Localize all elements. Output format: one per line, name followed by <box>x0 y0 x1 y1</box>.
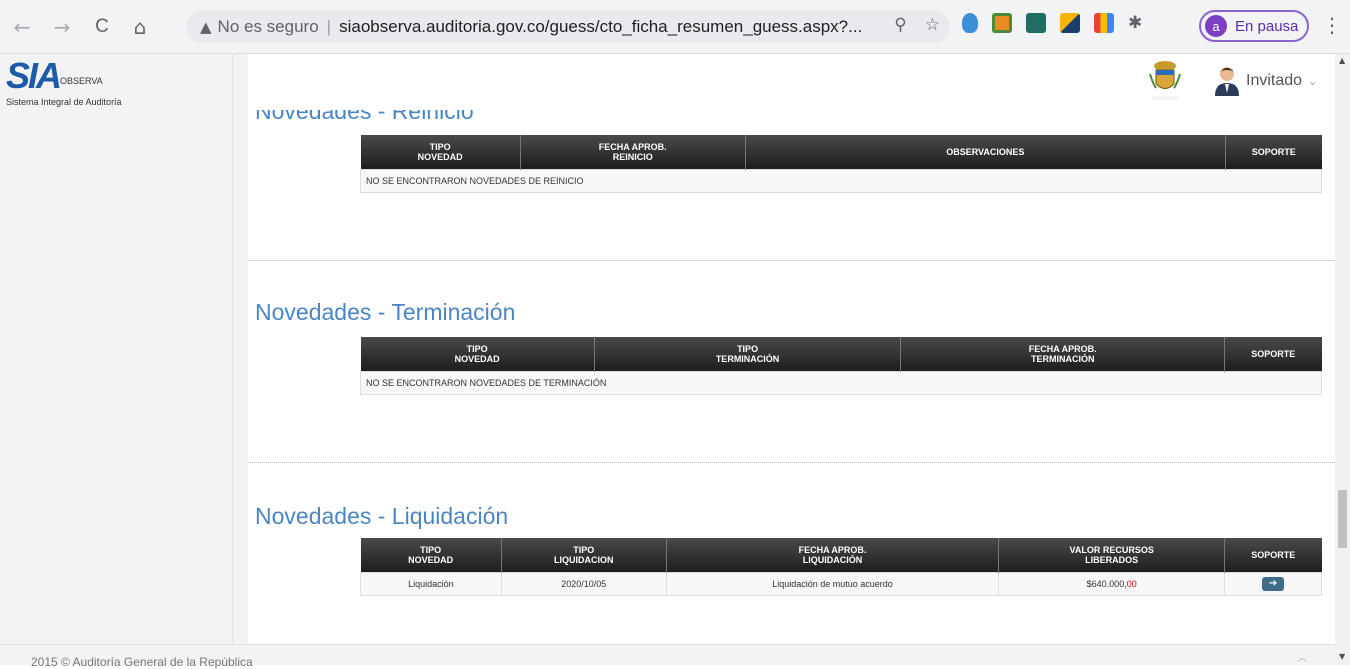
header-observaciones: OBSERVACIONES <box>745 135 1227 169</box>
header-fecha-aprob-reinicio: FECHA APROB. REINICIO <box>520 135 746 169</box>
section-title-terminacion: Novedades - Terminación <box>255 299 516 325</box>
header-fecha-aprob-liquidacion: FECHA APROB. LIQUIDACIÓN <box>666 538 1000 572</box>
valor-cents: 00 <box>1126 578 1137 589</box>
header-soporte: SOPORTE <box>1224 337 1322 371</box>
logo-subtitle: Sistema Integral de Auditoría <box>6 97 122 107</box>
url-text[interactable]: siaobserva.auditoria.gov.co/guess/cto_fi… <box>339 17 862 37</box>
user-menu[interactable]: Invitado ⌄ <box>1214 66 1317 96</box>
scroll-down-arrow-icon[interactable]: ▼ <box>1339 652 1345 661</box>
browser-menu-icon[interactable]: ⋮ <box>1322 13 1342 37</box>
zoom-icon[interactable]: ⚲ <box>894 15 906 35</box>
header-soporte: SOPORTE <box>1225 135 1322 169</box>
page-viewport: SIA OBSERVA Sistema Integral de Auditorí… <box>0 54 1350 669</box>
bookmark-star-icon[interactable]: ☆ <box>925 15 940 35</box>
page-scrollbar[interactable]: ▲ ▼ <box>1335 54 1350 665</box>
table-liquidacion: TIPO NOVEDAD TIPO LIQUIDACION FECHA APRO… <box>360 538 1322 596</box>
header-soporte: SOPORTE <box>1224 538 1322 572</box>
cell-valor-recursos: $640.000,00 <box>998 571 1226 596</box>
section-divider <box>248 462 1335 463</box>
cell-tipo-novedad: Liquidación <box>360 571 502 596</box>
extensions-bar: ✱ <box>962 13 1142 33</box>
colombia-crest-icon <box>1149 61 1181 100</box>
page-footer: 2015 © Auditoría General de la República… <box>0 644 1335 669</box>
grid-extension-icon[interactable] <box>1060 13 1080 33</box>
empty-message-reinicio: NO SE ENCONTRARON NOVEDADES DE REINICIO <box>360 168 1322 193</box>
scroll-up-arrow-icon[interactable]: ▲ <box>1339 56 1345 65</box>
cell-fecha-aprob: Liquidación de mutuo acuerdo <box>665 571 1000 596</box>
sheet-extension-icon[interactable] <box>1026 13 1046 33</box>
header-tipo-novedad: TIPO NOVEDAD <box>360 337 595 371</box>
table-reinicio: TIPO NOVEDAD FECHA APROB. REINICIO OBSER… <box>360 135 1322 193</box>
arrow-right-icon: ➔ <box>1268 577 1278 589</box>
chevron-down-icon: ⌄ <box>1308 75 1318 88</box>
main-content: Novedades - Reinicio TIPO NOVEDAD FECHA … <box>248 54 1335 644</box>
user-name: Invitado <box>1246 72 1303 89</box>
address-bar[interactable]: ▲ No es seguro | siaobserva.auditoria.go… <box>186 11 950 43</box>
sidebar: SIA OBSERVA Sistema Integral de Auditorí… <box>0 54 233 644</box>
section-title-liquidacion: Novedades - Liquidación <box>255 503 509 529</box>
user-avatar-icon <box>1215 67 1239 96</box>
logo-observa-text: OBSERVA <box>60 76 103 86</box>
back-to-top-icon[interactable]: ︿ <box>1297 649 1307 664</box>
top-header: Invitado ⌄ <box>248 54 1335 110</box>
forward-button[interactable]: → <box>46 11 78 43</box>
valor-main: $640.000, <box>1086 578 1127 589</box>
cell-soporte: ➔ <box>1224 571 1322 596</box>
photo-extension-icon[interactable] <box>992 13 1012 33</box>
scrollbar-thumb[interactable] <box>1338 490 1347 548</box>
sia-logo[interactable]: SIA OBSERVA Sistema Integral de Auditorí… <box>6 58 126 110</box>
table-terminacion: TIPO NOVEDAD TIPO TERMINACIÓN FECHA APRO… <box>360 337 1322 395</box>
cell-tipo-liquidacion: 2020/10/05 <box>500 571 667 596</box>
home-button[interactable]: ⌂ <box>124 11 156 43</box>
header-tipo-novedad: TIPO NOVEDAD <box>360 538 502 572</box>
color-extension-icon[interactable] <box>1094 13 1114 33</box>
header-tipo-novedad: TIPO NOVEDAD <box>360 135 521 169</box>
empty-message-terminacion: NO SE ENCONTRARON NOVEDADES DE TERMINACI… <box>360 370 1322 395</box>
browser-toolbar: ← → C ⌂ ▲ No es seguro | siaobserva.audi… <box>0 0 1350 54</box>
reload-button[interactable]: C <box>86 11 118 43</box>
table-row: Liquidación 2020/10/05 Liquidación de mu… <box>360 571 1322 596</box>
profile-button[interactable]: a En pausa <box>1199 10 1309 42</box>
section-divider <box>248 260 1335 261</box>
header-valor-recursos-liberados: VALOR RECURSOS LIBERADOS <box>998 538 1226 572</box>
warning-icon[interactable]: ▲ <box>200 18 212 36</box>
profile-status: En pausa <box>1235 17 1299 35</box>
puzzle-extensions-icon[interactable]: ✱ <box>1128 13 1142 33</box>
header-tipo-terminacion: TIPO TERMINACIÓN <box>594 337 902 371</box>
profile-avatar: a <box>1205 15 1227 37</box>
header-fecha-aprob-terminacion: FECHA APROB. TERMINACIÓN <box>900 337 1226 371</box>
security-label[interactable]: No es seguro <box>218 17 319 37</box>
header-tipo-liquidacion: TIPO LIQUIDACION <box>501 538 667 572</box>
soporte-button[interactable]: ➔ <box>1262 576 1285 591</box>
separator: | <box>326 17 332 36</box>
footer-copyright: 2015 © Auditoría General de la República <box>31 655 253 669</box>
lightbulb-extension-icon[interactable] <box>962 13 978 33</box>
back-button[interactable]: ← <box>6 11 38 43</box>
